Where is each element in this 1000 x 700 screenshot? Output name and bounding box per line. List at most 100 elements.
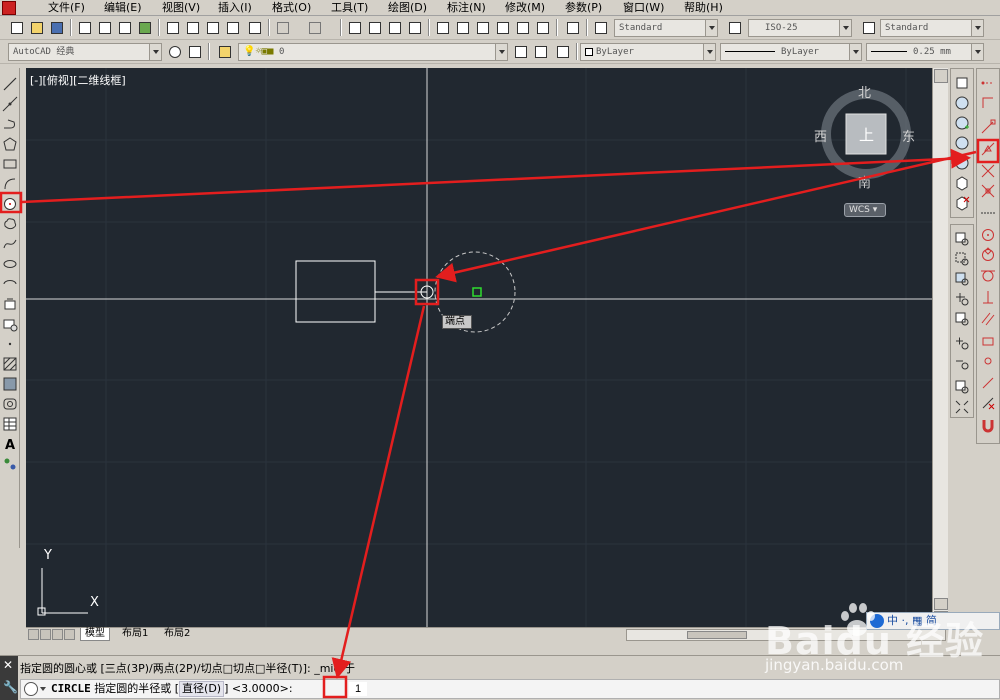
markup-icon[interactable] xyxy=(514,19,531,36)
viewcube-east[interactable]: 东 xyxy=(902,126,915,145)
cube-delete-icon[interactable] xyxy=(954,195,970,211)
scroll-up-button[interactable] xyxy=(934,69,948,83)
viewcube-top-face[interactable]: 上 xyxy=(859,124,874,145)
next-tab-icon[interactable] xyxy=(52,629,63,640)
command-input[interactable] xyxy=(349,682,367,696)
command-window-handle[interactable]: ✕ 🔧 xyxy=(0,656,18,700)
layer-select[interactable]: 💡☼▣■ 0 xyxy=(238,43,508,61)
drawing-canvas[interactable]: [-][俯视][二维线框] 北 南 东 西 上 WCS ▾ 端点 Y X xyxy=(26,68,932,627)
menu-edit[interactable]: 编辑(E) xyxy=(104,1,142,15)
add-selected-icon[interactable] xyxy=(2,456,18,472)
snap-none-icon[interactable] xyxy=(980,395,996,411)
snap-endpoint-icon[interactable] xyxy=(980,119,996,135)
wcs-menu[interactable]: WCS ▾ xyxy=(844,203,886,217)
zoom-object-icon[interactable] xyxy=(954,311,970,327)
menu-help[interactable]: 帮助(H) xyxy=(684,1,723,15)
menu-format[interactable]: 格式(O) xyxy=(272,1,311,15)
insert-block-icon[interactable] xyxy=(2,296,18,312)
snap-center-icon[interactable] xyxy=(980,227,996,243)
region-icon[interactable] xyxy=(2,396,18,412)
revision-cloud-icon[interactable] xyxy=(2,216,18,232)
tab-model[interactable]: 模型 xyxy=(80,628,110,641)
tool-palettes-icon[interactable] xyxy=(474,19,491,36)
vertical-scrollbar[interactable] xyxy=(932,68,948,627)
menu-insert[interactable]: 插入(I) xyxy=(218,1,252,15)
sheet-set-icon[interactable] xyxy=(494,19,511,36)
redo-icon[interactable] xyxy=(306,19,323,36)
dim-style-icon[interactable] xyxy=(726,19,743,36)
zoom-window-icon[interactable] xyxy=(386,19,403,36)
customize-icon[interactable] xyxy=(186,43,203,60)
snap-intersection-icon[interactable] xyxy=(980,163,996,179)
snap-apparent-intersection-icon[interactable] xyxy=(980,183,996,199)
snap-from-icon[interactable] xyxy=(980,95,996,111)
previous-tab-icon[interactable] xyxy=(40,629,51,640)
lineweight-select[interactable]: 0.25 mm xyxy=(866,43,984,61)
viewcube-north[interactable]: 北 xyxy=(858,82,871,101)
menu-modify[interactable]: 修改(M) xyxy=(505,1,545,15)
undo-icon[interactable] xyxy=(274,19,291,36)
menu-dimension[interactable]: 标注(N) xyxy=(447,1,486,15)
make-block-icon[interactable] xyxy=(2,316,18,332)
globe-edit-icon[interactable] xyxy=(954,135,970,151)
zoom-scale-icon[interactable] xyxy=(954,271,970,287)
polygon-icon[interactable] xyxy=(2,136,18,152)
layer-state-icon[interactable] xyxy=(554,43,571,60)
spline-icon[interactable] xyxy=(2,236,18,252)
point-icon[interactable] xyxy=(2,336,18,352)
workspace-settings-icon[interactable] xyxy=(166,43,183,60)
zoom-center-icon[interactable] xyxy=(954,291,970,307)
construction-line-icon[interactable] xyxy=(2,96,18,112)
viewcube-west[interactable]: 西 xyxy=(814,126,827,145)
tab-layout1[interactable]: 布局1 xyxy=(118,628,152,641)
cube-icon[interactable] xyxy=(954,175,970,191)
snap-insert-icon[interactable] xyxy=(980,333,996,349)
globe-icon[interactable] xyxy=(954,95,970,111)
chevron-down-icon[interactable] xyxy=(40,687,46,691)
snap-parallel-icon[interactable] xyxy=(980,311,996,327)
zoom-realtime-icon[interactable] xyxy=(366,19,383,36)
text-style-icon[interactable] xyxy=(592,19,609,36)
hscroll-thumb[interactable] xyxy=(687,631,747,639)
last-tab-icon[interactable] xyxy=(64,629,75,640)
snap-nearest-icon[interactable] xyxy=(980,375,996,391)
snap-midpoint-icon[interactable] xyxy=(980,141,996,157)
snap-perpendicular-icon[interactable] xyxy=(980,289,996,305)
match-properties-icon[interactable] xyxy=(224,19,241,36)
3d-dwf-icon[interactable] xyxy=(136,19,153,36)
command-line[interactable]: CIRCLE 指定圆的半径或 [直径(D)] <3.0000>: xyxy=(20,679,1000,699)
rectangle-icon[interactable] xyxy=(2,156,18,172)
publish-icon[interactable] xyxy=(116,19,133,36)
print-icon[interactable] xyxy=(76,19,93,36)
pan-icon[interactable] xyxy=(346,19,363,36)
snap-tangent-icon[interactable] xyxy=(980,267,996,283)
app-icon[interactable] xyxy=(2,1,16,15)
properties-icon[interactable] xyxy=(434,19,451,36)
snap-node-icon[interactable] xyxy=(980,353,996,369)
cut-icon[interactable] xyxy=(164,19,181,36)
scroll-thumb[interactable] xyxy=(934,598,948,610)
ellipse-icon[interactable] xyxy=(2,256,18,272)
osnap-settings-icon[interactable] xyxy=(980,417,996,433)
zoom-window-icon[interactable] xyxy=(954,231,970,247)
gradient-icon[interactable] xyxy=(2,376,18,392)
layer-previous-icon[interactable] xyxy=(532,43,549,60)
menu-tools[interactable]: 工具(T) xyxy=(331,1,368,15)
menu-draw[interactable]: 绘图(D) xyxy=(388,1,427,15)
line-icon[interactable] xyxy=(2,76,18,92)
temporary-track-icon[interactable] xyxy=(980,75,996,91)
zoom-previous-icon[interactable] xyxy=(406,19,423,36)
viewcube-south[interactable]: 南 xyxy=(858,172,871,191)
dim-style-select[interactable]: ISO-25 xyxy=(748,19,852,37)
menu-parametric[interactable]: 参数(P) xyxy=(565,1,602,15)
3d-orbit-icon[interactable] xyxy=(954,75,970,91)
make-current-layer-icon[interactable] xyxy=(512,43,529,60)
layer-manager-icon[interactable] xyxy=(216,43,233,60)
polyline-icon[interactable] xyxy=(2,116,18,132)
zoom-in-icon[interactable] xyxy=(954,335,970,351)
table-style-select[interactable]: Standard xyxy=(880,19,984,37)
menu-view[interactable]: 视图(V) xyxy=(162,1,200,15)
paste-icon[interactable] xyxy=(204,19,221,36)
circle-icon[interactable] xyxy=(2,196,18,212)
tab-layout2[interactable]: 布局2 xyxy=(160,628,194,641)
